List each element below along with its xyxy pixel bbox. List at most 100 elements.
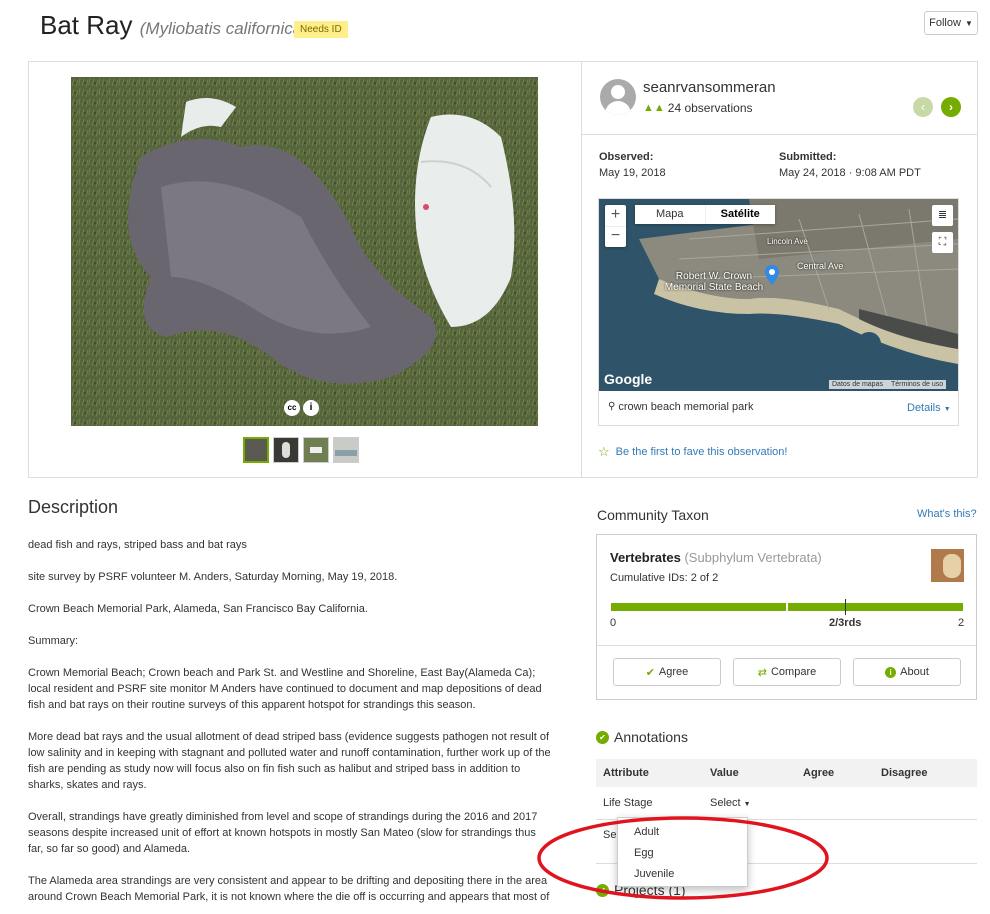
description-body: dead fish and rays, striped bass and bat… xyxy=(28,537,552,914)
compare-label: Compare xyxy=(770,666,817,678)
prev-observation-icon[interactable]: ‹ xyxy=(913,97,933,117)
check-circle-icon: ✔ xyxy=(596,730,609,744)
star-icon: ☆ xyxy=(598,444,610,459)
about-label: About xyxy=(900,666,929,678)
select-label: Select xyxy=(710,797,741,809)
taxon-name: Vertebrates xyxy=(610,550,681,565)
bat-ray-photo-illustration xyxy=(71,77,538,426)
photo-thumbnails xyxy=(243,437,359,463)
map[interactable]: + − Mapa Satélite ≣ ⛶ Robert W. Crown Me… xyxy=(599,199,958,391)
agree-button[interactable]: ✔ Agree xyxy=(613,658,721,686)
description-paragraph: Crown Beach Memorial Park, Alameda, San … xyxy=(28,603,368,615)
details-label: Details xyxy=(907,402,941,414)
binoculars-icon: ▲▲ xyxy=(643,102,665,114)
annotations-title: Annotations xyxy=(614,729,688,745)
annotation-row-life-stage: Life Stage Select ▼ xyxy=(596,787,977,820)
observer-observations[interactable]: ▲▲ 24 observations xyxy=(643,101,753,115)
annotation-row-2-label: Se xyxy=(603,829,617,841)
next-observation-icon[interactable]: › xyxy=(941,97,961,117)
compare-button[interactable]: ⇄ Compare xyxy=(733,658,841,686)
about-button[interactable]: i About xyxy=(853,658,961,686)
location-row: ⚲ crown beach memorial park xyxy=(608,401,753,413)
divider xyxy=(597,645,976,646)
check-circle-icon: ✔ xyxy=(596,883,609,897)
zoom-controls: + − xyxy=(605,205,626,247)
thumbnail-3[interactable] xyxy=(303,437,329,463)
life-stage-label: Life Stage xyxy=(603,797,653,809)
col-disagree: Disagree xyxy=(881,767,928,779)
google-logo: Google xyxy=(604,371,653,387)
col-agree: Agree xyxy=(803,767,835,779)
check-icon: ✔ xyxy=(645,666,655,679)
scale-max: 2 xyxy=(958,617,965,629)
scale-min: 0 xyxy=(610,617,617,629)
dropdown-option-egg[interactable]: Egg xyxy=(618,842,747,863)
map-street-label-2: Lincoln Ave xyxy=(767,237,808,246)
submitted-date: May 24, 2018 · 9:08 AM PDT xyxy=(779,167,921,179)
life-stage-select[interactable]: Select ▼ xyxy=(710,797,751,809)
description-paragraph: The Alameda area strandings are very con… xyxy=(28,875,550,903)
layers-icon[interactable]: ≣ xyxy=(932,205,953,226)
tab-mapa[interactable]: Mapa xyxy=(635,205,705,224)
progress-divider xyxy=(786,603,788,611)
tab-satelite[interactable]: Satélite xyxy=(704,205,776,224)
map-type-toggle: Mapa Satélite xyxy=(635,205,775,224)
dropdown-option-juvenile[interactable]: Juvenile xyxy=(618,863,747,884)
col-attribute: Attribute xyxy=(603,767,649,779)
avatar[interactable] xyxy=(600,79,636,115)
dropdown-option-adult[interactable]: Adult xyxy=(618,821,747,842)
taxon-title[interactable]: Vertebrates (Subphylum Vertebrata) xyxy=(610,550,822,565)
col-value: Value xyxy=(710,767,739,779)
cumulative-ids: Cumulative IDs: 2 of 2 xyxy=(610,572,719,584)
map-data-link[interactable]: Datos de mapas xyxy=(832,381,883,388)
details-link[interactable]: Details ▼ xyxy=(907,402,951,414)
observed-label: Observed: xyxy=(599,151,654,163)
common-name: Bat Ray xyxy=(40,10,133,40)
divider xyxy=(582,134,978,135)
description-paragraph: Overall, strandings have greatly diminis… xyxy=(28,811,538,855)
map-overlay: + − Mapa Satélite ≣ ⛶ Robert W. Crown Me… xyxy=(599,199,958,391)
thumbnail-4[interactable] xyxy=(333,437,359,463)
fullscreen-icon[interactable]: ⛶ xyxy=(932,232,953,253)
zoom-out-icon[interactable]: − xyxy=(605,226,626,247)
caret-down-icon: ▼ xyxy=(964,18,973,28)
annotations-table-header: Attribute Value Agree Disagree xyxy=(596,759,977,787)
map-terms-link[interactable]: Términos de uso xyxy=(891,381,943,388)
zoom-in-icon[interactable]: + xyxy=(605,205,626,226)
cc-icon: cc xyxy=(284,400,300,416)
fave-label: Be the first to fave this observation! xyxy=(615,446,788,458)
scientific-name: (Myliobatis californica) xyxy=(139,19,308,38)
submitted-label: Submitted: xyxy=(779,151,837,163)
map-marker-icon: ⚲ xyxy=(608,401,616,412)
fave-link[interactable]: ☆ Be the first to fave this observation! xyxy=(598,444,787,460)
agree-label: Agree xyxy=(658,666,689,678)
annotations-heading[interactable]: ✔ Annotations xyxy=(596,729,688,745)
scale-mid: 2/3rds xyxy=(829,617,862,629)
follow-button[interactable]: Follow ▼ xyxy=(924,11,978,35)
observed-date: May 19, 2018 xyxy=(599,167,666,179)
page-title: Bat Ray (Myliobatis californica) xyxy=(40,10,308,41)
observations-count: 24 observations xyxy=(667,101,753,115)
community-progress-bar xyxy=(611,599,963,615)
description-paragraph: Summary: xyxy=(28,635,79,647)
follow-label: Follow xyxy=(929,17,961,29)
description-paragraph: site survey by PSRF volunteer M. Anders,… xyxy=(28,571,398,583)
description-heading: Description xyxy=(28,497,119,517)
observer-username[interactable]: seanrvansommeran xyxy=(643,79,776,96)
info-icon: i xyxy=(303,400,319,416)
location-name: crown beach memorial park xyxy=(618,401,754,413)
taxon-photo[interactable] xyxy=(931,549,964,582)
observation-photo[interactable]: cc i xyxy=(71,77,538,426)
license-icons[interactable]: cc i xyxy=(284,400,319,416)
thumbnail-1[interactable] xyxy=(243,437,269,463)
map-footer: Datos de mapas Términos de uso xyxy=(829,380,947,389)
info-circle-icon: i xyxy=(885,666,897,678)
whats-this-link[interactable]: What's this? xyxy=(917,508,977,520)
description-paragraph: dead fish and rays, striped bass and bat… xyxy=(28,539,247,551)
life-stage-dropdown: Adult Egg Juvenile xyxy=(617,817,748,887)
community-taxon-heading: Community Taxon xyxy=(597,507,709,523)
description-paragraph: More dead bat rays and the usual allotme… xyxy=(28,731,551,791)
map-street-label: Central Ave xyxy=(797,261,844,271)
exchange-icon: ⇄ xyxy=(757,666,767,679)
thumbnail-2[interactable] xyxy=(273,437,299,463)
